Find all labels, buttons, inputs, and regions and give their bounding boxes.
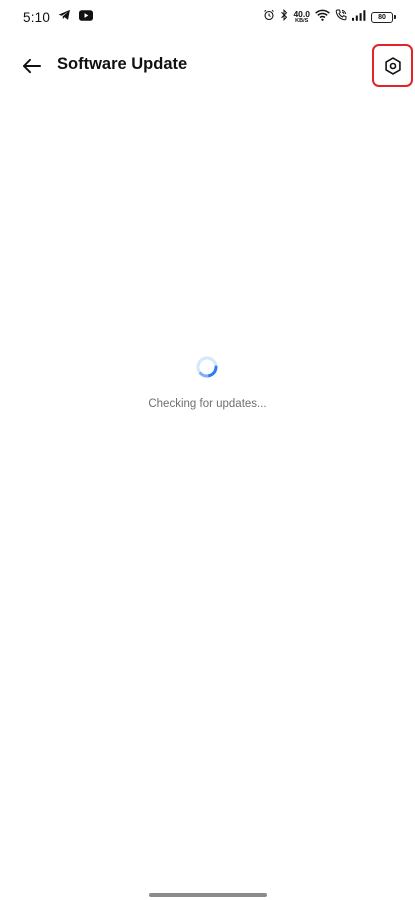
status-bar: 5:10 40.0 KB/S 80: [0, 0, 415, 34]
telegram-icon: [58, 8, 71, 26]
alarm-icon: [263, 8, 275, 26]
arrow-left-icon: [22, 58, 41, 74]
back-button[interactable]: [16, 52, 46, 80]
app-header: Software Update: [0, 40, 415, 92]
network-speed: 40.0 KB/S: [293, 8, 310, 25]
checking-status-text: Checking for updates...: [148, 398, 267, 410]
status-time: 5:10: [23, 9, 51, 25]
network-speed-value: 40.0: [293, 8, 310, 19]
bluetooth-icon: [280, 8, 288, 26]
cellular-signal-icon: [352, 8, 366, 26]
hexagon-settings-icon: [384, 56, 401, 75]
home-indicator[interactable]: [149, 893, 267, 897]
page-title: Software Update: [57, 55, 188, 73]
battery-level: 80: [378, 13, 386, 21]
status-left: 5:10: [23, 8, 94, 26]
status-right: 40.0 KB/S 80: [263, 8, 396, 26]
loading-spinner: [195, 355, 219, 379]
youtube-icon: [79, 8, 94, 26]
network-speed-unit: KB/S: [295, 18, 309, 24]
battery-icon: 80: [371, 11, 396, 23]
wifi-calling-icon: [335, 8, 347, 26]
wifi-icon: [315, 8, 330, 26]
settings-button[interactable]: [372, 44, 413, 87]
